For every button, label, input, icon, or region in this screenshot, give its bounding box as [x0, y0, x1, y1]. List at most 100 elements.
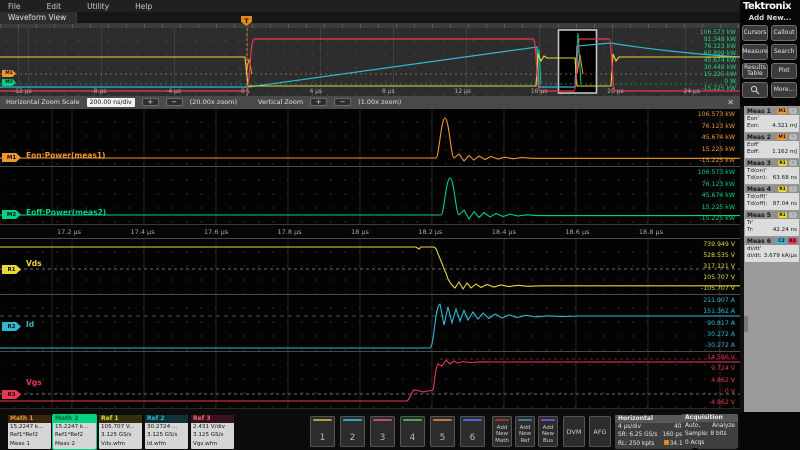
meas-name: di/dt': [747, 246, 761, 253]
channel-1-button[interactable]: 1: [310, 416, 335, 447]
acquisition-settings-box[interactable]: Acquisition Auto,Analyze Sample: 8 bits …: [682, 414, 738, 448]
ref1-badge-card[interactable]: Ref 1 105.707 V... 3.125 GS/s Vds.wfm: [99, 415, 142, 449]
channel-4-button[interactable]: 4: [400, 416, 425, 447]
eoff-power-label: Eoff:Power(meas2): [26, 208, 106, 217]
magnifier-icon: [750, 85, 760, 95]
x-label: 18.4 µs: [492, 228, 516, 236]
id-zoom-trace: [0, 304, 740, 348]
meas-expand-icon[interactable]: ›: [789, 134, 797, 140]
meas-source-badge: M1: [777, 108, 787, 114]
channel-5-button[interactable]: 5: [430, 416, 455, 447]
panel-eon-power[interactable]: M1 Eon:Power(meas1) 106.573 kW76.123 kW4…: [0, 108, 740, 166]
meas-title: Meas 5: [747, 212, 776, 219]
add-new-bus-button[interactable]: Add New Bus: [538, 416, 558, 447]
y-label: 739.949 V: [703, 241, 735, 248]
channel-2-button[interactable]: 2: [340, 416, 365, 447]
ref2-samplerate: 3.125 GS/s: [145, 431, 188, 439]
ref3-badge-card[interactable]: Ref 3 2.431 V/div 3.125 GS/s Vgs.wfm: [191, 415, 234, 449]
sidebar-button[interactable]: Search: [771, 44, 797, 60]
meas-card-3[interactable]: Meas 3 R1 › Td(on)' Td(on):63.68 ns: [745, 159, 799, 184]
h-recordlength: RL: 250 kpts: [618, 440, 654, 448]
eoff-y-labels: 106.573 kW76.123 kW45.674 kW15.225 kW-15…: [698, 169, 735, 222]
vgs-trace: [0, 39, 740, 91]
hzoom-plus-button[interactable]: +: [142, 98, 159, 106]
ref2-scale: 30.2724 ...: [145, 423, 188, 431]
add-new-ref-button[interactable]: Add New Ref: [515, 416, 535, 447]
sidebar-button[interactable]: Callout: [771, 25, 797, 41]
meas-source-badge: C2: [777, 238, 786, 244]
vgs-y-labels: 14.586 V9.724 V4.862 V0 V-4.862 V: [707, 354, 735, 406]
overview-waveform-area[interactable]: M1 M2 106.573 kW91.348 kW76.123 kW60.899…: [0, 28, 740, 96]
channel-3-button[interactable]: 3: [370, 416, 395, 447]
hzoom-scale-value[interactable]: 200.00 ns/div: [87, 98, 135, 107]
hzoom-minus-button[interactable]: −: [166, 98, 183, 106]
sidebar-button[interactable]: Results Table: [742, 63, 768, 79]
meas-key: Eoff:: [747, 149, 760, 156]
meas-card-6[interactable]: Meas 6 C2 R3 di/dt' di/dt:3.679 kA/µs: [745, 237, 799, 262]
advanced-search-button[interactable]: [742, 82, 768, 98]
y-label: 45.674 kW: [702, 192, 735, 199]
dvm-button[interactable]: DVM: [563, 416, 585, 447]
meas-expand-icon[interactable]: ›: [789, 212, 797, 218]
ref1-header: Ref 1: [99, 415, 142, 423]
menu-item[interactable]: Help: [135, 2, 152, 11]
zoom-toolbar: Horizontal Zoom Scale 200.00 ns/div + − …: [0, 96, 740, 108]
id-y-labels: 211.907 A151.362 A90.817 A30.272 A-30.27…: [703, 297, 735, 349]
meas-card-2[interactable]: Meas 2 M1 › Eoff' Eoff:1.162 mJ: [745, 133, 799, 158]
overview-x-label: 0 s: [241, 88, 250, 96]
math1-badge-card[interactable]: Math 1 15.2247 k... Ref1*Ref2 Meas 1: [8, 415, 51, 449]
y-label: 4.862 V: [711, 377, 735, 384]
vzoom-plus-button[interactable]: +: [310, 98, 327, 106]
meas-card-1[interactable]: Meas 1 M1 › Eon' Eon:4.321 mJ: [745, 107, 799, 132]
meas-key: Td(off):: [747, 201, 768, 208]
math2-badge-card[interactable]: Math 2 15.2247 k... Ref1*Ref2 Meas 2: [53, 415, 96, 449]
menu-item[interactable]: Edit: [47, 2, 62, 11]
menu-item[interactable]: File: [8, 2, 21, 11]
y-label: 76.123 kW: [702, 181, 735, 188]
y-label: 106.573 kW: [698, 169, 735, 176]
add-new-math-button[interactable]: Add New Math: [492, 416, 512, 447]
vds-y-labels: 739.949 V528.535 V317.121 V105.707 V-105…: [701, 241, 735, 292]
meas-name: Eon': [747, 116, 759, 123]
meas-card-5[interactable]: Meas 5 R1 › Tr' Tr:42.24 ns: [745, 211, 799, 236]
y-label: 211.907 A: [703, 297, 735, 304]
y-label: 9.724 V: [711, 365, 735, 372]
panel-vgs[interactable]: R3 Vgs 14.586 V9.724 V4.862 V0 V-4.862 V: [0, 351, 740, 408]
position-icon: [664, 440, 669, 445]
y-label: 45.674 kW: [702, 134, 735, 141]
meas-card-4[interactable]: Meas 4 R1 › Td(off)' Td(off):87.04 ns: [745, 185, 799, 210]
sidebar-button[interactable]: Plot: [771, 63, 797, 79]
math2-header: Math 2: [53, 415, 96, 423]
math1-expression: Ref1*Ref2: [8, 431, 51, 439]
afg-button[interactable]: AFG: [589, 416, 611, 447]
meas-expand-icon[interactable]: ›: [789, 108, 797, 114]
vzoom-label: Vertical Zoom: [258, 98, 303, 106]
menu-item[interactable]: Utility: [87, 2, 109, 11]
y-label: 14.586 V: [707, 354, 735, 361]
meas-expand-icon[interactable]: ›: [789, 186, 797, 192]
eon-y-labels: 106.573 kW76.123 kW45.674 kW15.225 kW-15…: [698, 111, 735, 164]
vzoom-minus-button[interactable]: −: [334, 98, 351, 106]
meas-expand-icon[interactable]: ›: [789, 160, 797, 166]
acq-analyze: Analyze: [712, 422, 735, 430]
panel-id[interactable]: R2 Id 211.907 A151.362 A90.817 A30.272 A…: [0, 294, 740, 351]
meas-source-badge-2: R3: [788, 238, 797, 244]
sidebar-button[interactable]: Cursors: [742, 25, 768, 41]
measurement-results-column: Meas 1 M1 › Eon' Eon:4.321 mJ Meas 2 M1 …: [740, 106, 800, 412]
zoom-close-icon[interactable]: ✕: [727, 98, 734, 107]
sidebar-button[interactable]: Measure: [742, 44, 768, 60]
acq-mode: Auto,: [685, 422, 700, 430]
y-label: 317.121 V: [703, 263, 735, 270]
x-label: 17.4 µs: [131, 228, 155, 236]
ref2-badge-card[interactable]: Ref 2 30.2724 ... 3.125 GS/s Id.wfm: [145, 415, 188, 449]
panel-vds[interactable]: R1 Vds 739.949 V528.535 V317.121 V105.70…: [0, 238, 740, 294]
y-label: 15.225 kW: [702, 204, 735, 211]
ref1-samplerate: 3.125 GS/s: [99, 431, 142, 439]
y-label: 528.535 V: [703, 252, 735, 259]
channel-6-button[interactable]: 6: [460, 416, 485, 447]
more-button[interactable]: More...: [771, 82, 797, 98]
meas-name: Td(on)': [747, 168, 767, 175]
panel-eoff-power[interactable]: M2 Eoff:Power(meas2) 106.573 kW76.123 kW…: [0, 166, 740, 224]
tab-waveform-view[interactable]: Waveform View: [0, 12, 77, 24]
meas-source-badge: R1: [778, 160, 787, 166]
